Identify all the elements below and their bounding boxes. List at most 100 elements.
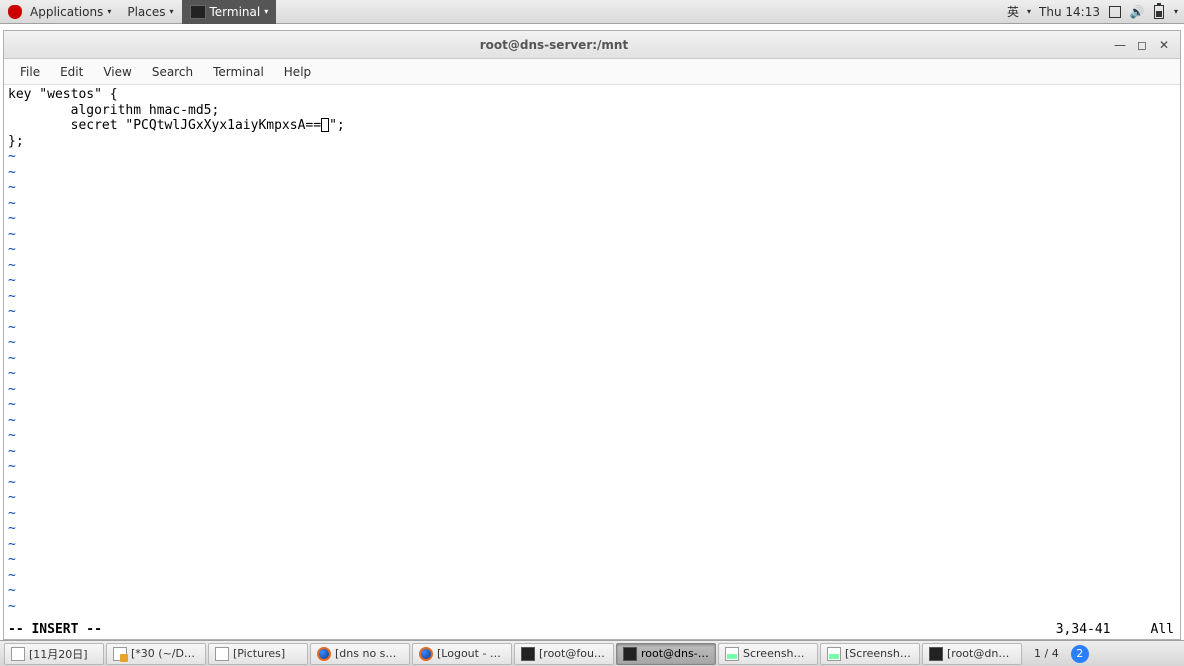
vim-tilde: ~ <box>8 211 16 226</box>
vim-tilde: ~ <box>8 149 16 164</box>
ime-indicator[interactable]: 英 <box>1007 3 1019 20</box>
ff-icon <box>317 647 331 661</box>
taskbar-item[interactable]: [Logout - … <box>412 643 512 665</box>
ff-icon <box>419 647 433 661</box>
editor-line-3: secret "PCQtwlJGxXyx1aiyKmpxsA== <box>8 118 321 133</box>
terminal-icon <box>190 5 206 19</box>
vim-tilde: ~ <box>8 180 16 195</box>
taskbar-item-label: Screenshot … <box>743 647 811 660</box>
vim-tilde: ~ <box>8 444 16 459</box>
accessibility-icon[interactable] <box>1108 5 1122 19</box>
taskbar-item[interactable]: [11月20日] <box>4 643 104 665</box>
gnome-top-panel: Applications ▾ Places ▾ Terminal ▾ 英 ▾ T… <box>0 0 1184 24</box>
vim-tilde: ~ <box>8 382 16 397</box>
vim-cursor-position: 3,34-41 <box>1056 622 1151 638</box>
terminal-window: root@dns-server:/mnt — ◻ ✕ File Edit Vie… <box>3 30 1181 640</box>
chevron-down-icon: ▾ <box>1027 7 1031 16</box>
taskbar-item-label: [11月20日] <box>29 646 88 662</box>
places-menu[interactable]: Places ▾ <box>119 0 181 24</box>
menu-search[interactable]: Search <box>142 62 203 82</box>
terminal-label: Terminal <box>210 5 261 19</box>
taskbar-item-label: root@dns-… <box>641 647 709 660</box>
window-titlebar[interactable]: root@dns-server:/mnt — ◻ ✕ <box>4 31 1180 59</box>
img-icon <box>725 647 739 661</box>
vim-tilde: ~ <box>8 242 16 257</box>
menu-view[interactable]: View <box>93 62 141 82</box>
term-icon <box>623 647 637 661</box>
vim-tilde: ~ <box>8 258 16 273</box>
vim-tilde: ~ <box>8 490 16 505</box>
vim-tilde: ~ <box>8 165 16 180</box>
vim-tilde: ~ <box>8 273 16 288</box>
chevron-down-icon: ▾ <box>107 7 111 16</box>
chevron-down-icon: ▾ <box>169 7 173 16</box>
places-label: Places <box>127 5 165 19</box>
text-cursor <box>321 118 329 132</box>
img-icon <box>827 647 841 661</box>
vim-scroll-indicator: All <box>1151 622 1174 638</box>
chevron-down-icon: ▾ <box>264 7 268 16</box>
vim-status-line: -- INSERT -- 3,34-41 All <box>8 622 1174 638</box>
terminal-menu[interactable]: Terminal ▾ <box>182 0 277 24</box>
vim-tilde: ~ <box>8 459 16 474</box>
taskbar-item-label: [root@dns-… <box>947 647 1015 660</box>
vim-tilde: ~ <box>8 428 16 443</box>
window-title: root@dns-server:/mnt <box>4 38 1104 52</box>
terminal-menubar: File Edit View Search Terminal Help <box>4 59 1180 85</box>
vim-tilde: ~ <box>8 397 16 412</box>
doc-icon <box>215 647 229 661</box>
vim-tilde: ~ <box>8 521 16 536</box>
taskbar-item-label: [root@foun… <box>539 647 607 660</box>
vim-tilde: ~ <box>8 320 16 335</box>
doc-icon <box>11 647 25 661</box>
minimize-button[interactable]: — <box>1114 39 1126 51</box>
taskbar-item[interactable]: [Pictures] <box>208 643 308 665</box>
vim-tilde: ~ <box>8 196 16 211</box>
editor-line-1: key "westos" { <box>8 87 118 102</box>
taskbar-item-label: [Pictures] <box>233 647 285 660</box>
vim-tilde: ~ <box>8 304 16 319</box>
battery-icon[interactable] <box>1152 5 1166 19</box>
menu-terminal[interactable]: Terminal <box>203 62 274 82</box>
taskbar-item-label: [Logout - … <box>437 647 501 660</box>
vim-tilde: ~ <box>8 351 16 366</box>
vim-tilde: ~ <box>8 506 16 521</box>
taskbar-item[interactable]: Screenshot … <box>718 643 818 665</box>
volume-icon[interactable] <box>1130 5 1144 19</box>
taskbar-item[interactable]: [dns no ser… <box>310 643 410 665</box>
close-button[interactable]: ✕ <box>1158 39 1170 51</box>
taskbar-item-label: [*30 (~/Des… <box>131 647 199 660</box>
taskbar-item[interactable]: [root@foun… <box>514 643 614 665</box>
vim-tilde: ~ <box>8 289 16 304</box>
vim-tilde: ~ <box>8 537 16 552</box>
taskbar-item[interactable]: [Screenshot… <box>820 643 920 665</box>
taskbar-item[interactable]: [root@dns-… <box>922 643 1022 665</box>
editor-line-4: }; <box>8 134 24 149</box>
chevron-down-icon: ▾ <box>1174 7 1178 16</box>
edit-icon <box>113 647 127 661</box>
workspace-indicator[interactable]: 1 / 4 <box>1028 647 1065 660</box>
menu-help[interactable]: Help <box>274 62 321 82</box>
terminal-content[interactable]: key "westos" { algorithm hmac-md5; secre… <box>4 85 1180 639</box>
vim-tilde: ~ <box>8 599 16 614</box>
menu-edit[interactable]: Edit <box>50 62 93 82</box>
term-icon <box>521 647 535 661</box>
vim-tilde: ~ <box>8 227 16 242</box>
vim-mode: -- INSERT -- <box>8 622 102 638</box>
gnome-bottom-panel: [11月20日] [*30 (~/Des… [Pictures] [dns no se… <box>0 640 1184 666</box>
vim-tilde: ~ <box>8 552 16 567</box>
term-icon <box>929 647 943 661</box>
notification-badge[interactable]: 2 <box>1071 645 1089 663</box>
maximize-button[interactable]: ◻ <box>1136 39 1148 51</box>
taskbar-item[interactable]: [*30 (~/Des… <box>106 643 206 665</box>
vim-tilde: ~ <box>8 475 16 490</box>
editor-line-3-tail: "; <box>329 118 345 133</box>
clock[interactable]: Thu 14:13 <box>1039 5 1100 19</box>
applications-menu[interactable]: Applications ▾ <box>0 0 119 24</box>
redhat-icon <box>8 5 22 19</box>
menu-file[interactable]: File <box>10 62 50 82</box>
taskbar-item[interactable]: root@dns-… <box>616 643 716 665</box>
vim-tilde: ~ <box>8 366 16 381</box>
vim-tilde: ~ <box>8 335 16 350</box>
applications-label: Applications <box>30 5 103 19</box>
